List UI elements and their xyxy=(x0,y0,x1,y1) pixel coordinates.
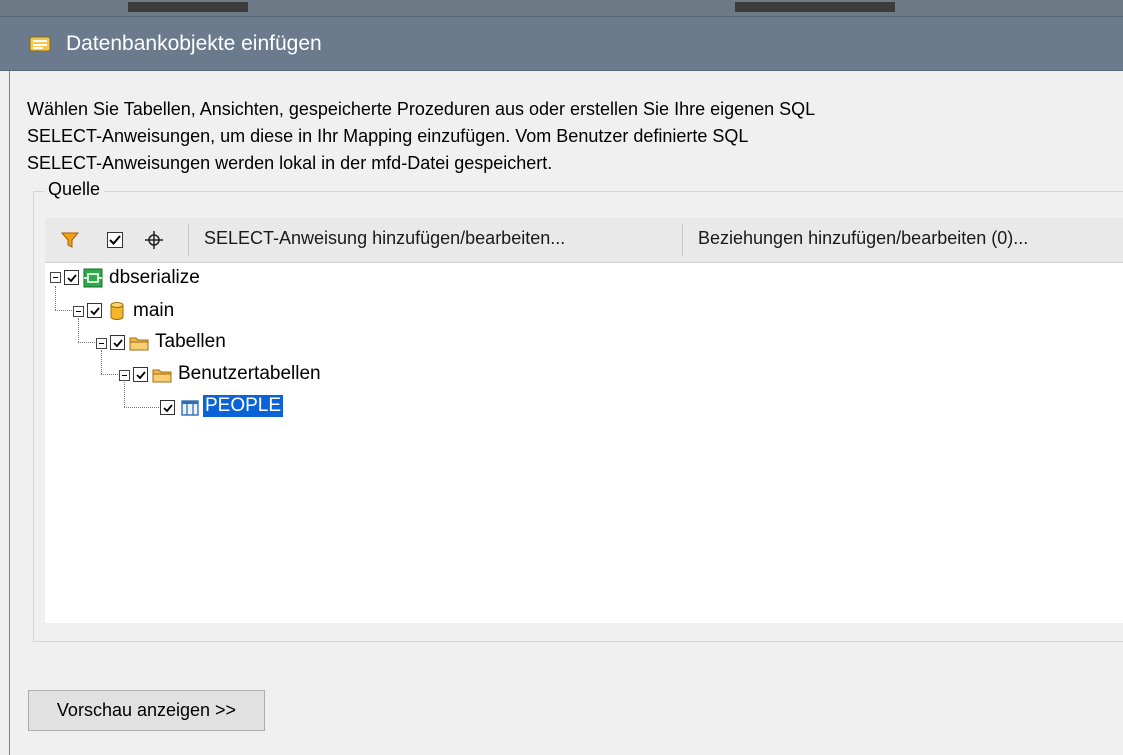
database-icon xyxy=(110,302,124,320)
dialog-description: Wählen Sie Tabellen, Ansichten, gespeich… xyxy=(27,96,1027,177)
crosshair-icon xyxy=(145,231,163,249)
tree-node-label: PEOPLE xyxy=(203,395,284,417)
collapse-toggle-icon[interactable] xyxy=(96,338,107,349)
show-preview-button[interactable]: Vorschau anzeigen >> xyxy=(28,690,265,731)
add-edit-relations-button[interactable]: Beziehungen hinzufügen/bearbeiten (0)... xyxy=(698,228,1028,249)
source-toolbar: SELECT-Anweisung hinzufügen/bearbeiten..… xyxy=(45,218,1123,263)
insert-database-objects-icon xyxy=(29,36,51,52)
database-connection-icon xyxy=(83,268,103,288)
checkbox-icon xyxy=(107,232,123,248)
description-line: SELECT-Anweisungen, um diese in Ihr Mapp… xyxy=(27,126,749,146)
check-all-button[interactable] xyxy=(104,228,126,252)
collapse-toggle-icon[interactable] xyxy=(119,370,130,381)
node-checkbox[interactable] xyxy=(133,367,148,382)
table-icon xyxy=(181,400,199,416)
tree-node-label: Benutzertabellen xyxy=(178,363,321,384)
dialog-title: Datenbankobjekte einfügen xyxy=(66,32,322,55)
filter-button[interactable] xyxy=(59,228,81,252)
collapse-toggle-icon[interactable] xyxy=(73,306,84,317)
node-checkbox[interactable] xyxy=(160,400,175,415)
collapse-toggle-icon[interactable] xyxy=(50,272,61,283)
locate-button[interactable] xyxy=(143,228,165,252)
tree-node-label: main xyxy=(133,300,175,321)
node-checkbox[interactable] xyxy=(110,335,125,350)
tree-node-label: Tabellen xyxy=(155,331,226,352)
node-checkbox[interactable] xyxy=(64,270,79,285)
toolbar-separator xyxy=(682,224,683,256)
description-line: Wählen Sie Tabellen, Ansichten, gespeich… xyxy=(27,99,816,119)
node-checkbox[interactable] xyxy=(87,303,102,318)
toolbar-separator xyxy=(188,224,189,256)
folder-icon xyxy=(129,337,149,351)
background-window-strip xyxy=(0,0,1123,16)
database-objects-tree: dbserialize main Tabellen Benutzertabell… xyxy=(45,263,1123,623)
folder-icon xyxy=(152,369,172,383)
tree-node-label: dbserialize xyxy=(109,267,200,288)
filter-icon xyxy=(61,232,79,248)
source-group-label: Quelle xyxy=(44,179,105,200)
add-edit-select-statement-button[interactable]: SELECT-Anweisung hinzufügen/bearbeiten..… xyxy=(204,228,565,249)
description-line: SELECT-Anweisungen werden lokal in der m… xyxy=(27,153,553,173)
dialog-titlebar: Datenbankobjekte einfügen xyxy=(0,16,1123,71)
